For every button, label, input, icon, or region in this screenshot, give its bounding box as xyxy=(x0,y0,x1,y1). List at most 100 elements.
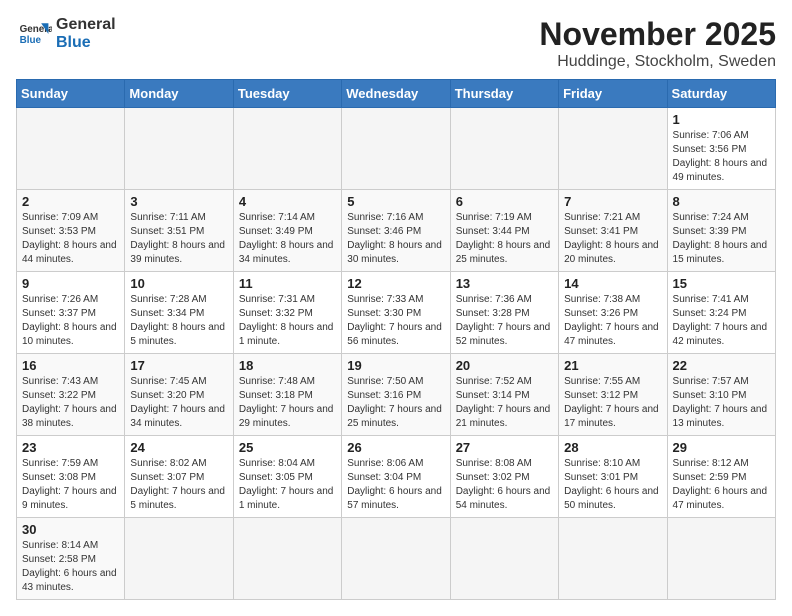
day-sun-info: Sunrise: 7:31 AMSunset: 3:32 PMDaylight:… xyxy=(239,293,336,349)
svg-text:Blue: Blue xyxy=(20,35,42,46)
day-number: 28 xyxy=(564,440,661,455)
calendar-cell: 11Sunrise: 7:31 AMSunset: 3:32 PMDayligh… xyxy=(233,272,341,354)
calendar-cell xyxy=(17,108,125,190)
location-subtitle: Huddinge, Stockholm, Sweden xyxy=(539,53,776,71)
weekday-header-friday: Friday xyxy=(559,80,667,108)
calendar-cell xyxy=(342,108,450,190)
calendar-cell: 13 Sunrise: 7:36 AMSunset: 3:28 PMDayligh… xyxy=(450,272,558,354)
day-number: 7 xyxy=(564,194,661,209)
calendar-cell: 21Sunrise: 7:55 AMSunset: 3:12 PMDayligh… xyxy=(559,354,667,436)
calendar-cell: 30 Sunrise: 8:14 AMSunset: 2:58 PMDayligh… xyxy=(17,518,125,600)
calendar-cell: 12 Sunrise: 7:33 AMSunset: 3:30 PMDayligh… xyxy=(342,272,450,354)
day-sun-info: Sunrise: 7:21 AMSunset: 3:41 PMDaylight:… xyxy=(564,211,661,267)
calendar-cell: 2 Sunrise: 7:09 AMSunset: 3:53 PMDaylight… xyxy=(17,190,125,272)
title-block: November 2025 Huddinge, Stockholm, Swede… xyxy=(539,16,776,71)
day-sun-info: Sunrise: 7:41 AMSunset: 3:24 PMDaylight:… xyxy=(673,293,770,349)
day-number: 14 xyxy=(564,276,661,291)
day-sun-info: Sunrise: 7:36 AMSunset: 3:28 PMDaylight:… xyxy=(456,293,553,349)
day-number: 17 xyxy=(130,358,227,373)
logo: General Blue General Blue xyxy=(16,16,116,53)
day-number: 25 xyxy=(239,440,336,455)
day-number: 19 xyxy=(347,358,444,373)
day-number: 9 xyxy=(22,276,119,291)
calendar-cell xyxy=(450,108,558,190)
calendar-cell: 19 Sunrise: 7:50 AMSunset: 3:16 PMDayligh… xyxy=(342,354,450,436)
day-number: 23 xyxy=(22,440,119,455)
day-sun-info: Sunrise: 7:48 AMSunset: 3:18 PMDaylight:… xyxy=(239,375,336,431)
day-sun-info: Sunrise: 7:24 AMSunset: 3:39 PMDaylight:… xyxy=(673,211,770,267)
day-number: 12 xyxy=(347,276,444,291)
calendar-cell xyxy=(233,518,341,600)
day-number: 10 xyxy=(130,276,227,291)
day-number: 26 xyxy=(347,440,444,455)
day-number: 29 xyxy=(673,440,770,455)
calendar-cell: 26 Sunrise: 8:06 AMSunset: 3:04 PMDayligh… xyxy=(342,436,450,518)
calendar-week-row: 16 Sunrise: 7:43 AMSunset: 3:22 PMDayligh… xyxy=(17,354,776,436)
day-sun-info: Sunrise: 7:45 AMSunset: 3:20 PMDaylight:… xyxy=(130,375,227,431)
day-sun-info: Sunrise: 7:06 AMSunset: 3:56 PMDaylight:… xyxy=(673,129,770,185)
day-sun-info: Sunrise: 8:02 AMSunset: 3:07 PMDaylight:… xyxy=(130,457,227,513)
calendar-week-row: 23Sunrise: 7:59 AMSunset: 3:08 PMDayligh… xyxy=(17,436,776,518)
day-number: 21 xyxy=(564,358,661,373)
day-number: 30 xyxy=(22,522,119,537)
day-sun-info: Sunrise: 7:16 AMSunset: 3:46 PMDaylight:… xyxy=(347,211,444,267)
day-number: 3 xyxy=(130,194,227,209)
calendar-cell xyxy=(559,518,667,600)
day-sun-info: Sunrise: 8:10 AMSunset: 3:01 PMDaylight:… xyxy=(564,457,661,513)
calendar-cell: 6Sunrise: 7:19 AMSunset: 3:44 PMDaylight… xyxy=(450,190,558,272)
page-header: General Blue General Blue November 2025 … xyxy=(16,16,776,71)
weekday-header-sunday: Sunday xyxy=(17,80,125,108)
calendar-cell: 20Sunrise: 7:52 AMSunset: 3:14 PMDayligh… xyxy=(450,354,558,436)
logo-blue-text: Blue xyxy=(56,34,116,52)
day-sun-info: Sunrise: 7:28 AMSunset: 3:34 PMDaylight:… xyxy=(130,293,227,349)
day-sun-info: Sunrise: 7:52 AMSunset: 3:14 PMDaylight:… xyxy=(456,375,553,431)
calendar-cell: 14 Sunrise: 7:38 AMSunset: 3:26 PMDayligh… xyxy=(559,272,667,354)
day-number: 2 xyxy=(22,194,119,209)
calendar-cell: 18 Sunrise: 7:48 AMSunset: 3:18 PMDayligh… xyxy=(233,354,341,436)
calendar-cell: 4Sunrise: 7:14 AMSunset: 3:49 PMDaylight… xyxy=(233,190,341,272)
day-number: 22 xyxy=(673,358,770,373)
calendar-cell: 27Sunrise: 8:08 AMSunset: 3:02 PMDayligh… xyxy=(450,436,558,518)
weekday-header-wednesday: Wednesday xyxy=(342,80,450,108)
day-number: 8 xyxy=(673,194,770,209)
calendar-cell xyxy=(125,108,233,190)
day-number: 16 xyxy=(22,358,119,373)
day-number: 18 xyxy=(239,358,336,373)
calendar-week-row: 1 Sunrise: 7:06 AMSunset: 3:56 PMDaylight… xyxy=(17,108,776,190)
weekday-header-row: SundayMondayTuesdayWednesdayThursdayFrid… xyxy=(17,80,776,108)
day-number: 13 xyxy=(456,276,553,291)
day-sun-info: Sunrise: 8:06 AMSunset: 3:04 PMDaylight:… xyxy=(347,457,444,513)
weekday-header-saturday: Saturday xyxy=(667,80,775,108)
day-sun-info: Sunrise: 7:26 AMSunset: 3:37 PMDaylight:… xyxy=(22,293,119,349)
calendar-cell: 15 Sunrise: 7:41 AMSunset: 3:24 PMDayligh… xyxy=(667,272,775,354)
calendar-cell: 24Sunrise: 8:02 AMSunset: 3:07 PMDayligh… xyxy=(125,436,233,518)
calendar-cell: 17 Sunrise: 7:45 AMSunset: 3:20 PMDayligh… xyxy=(125,354,233,436)
calendar-cell: 3 Sunrise: 7:11 AMSunset: 3:51 PMDaylight… xyxy=(125,190,233,272)
calendar-cell xyxy=(450,518,558,600)
calendar-cell: 25Sunrise: 8:04 AMSunset: 3:05 PMDayligh… xyxy=(233,436,341,518)
day-number: 1 xyxy=(673,112,770,127)
day-sun-info: Sunrise: 7:33 AMSunset: 3:30 PMDaylight:… xyxy=(347,293,444,349)
day-sun-info: Sunrise: 7:38 AMSunset: 3:26 PMDaylight:… xyxy=(564,293,661,349)
calendar-cell: 29Sunrise: 8:12 AMSunset: 2:59 PMDayligh… xyxy=(667,436,775,518)
calendar-cell xyxy=(667,518,775,600)
calendar-cell: 28 Sunrise: 8:10 AMSunset: 3:01 PMDayligh… xyxy=(559,436,667,518)
calendar-cell: 5Sunrise: 7:16 AMSunset: 3:46 PMDaylight… xyxy=(342,190,450,272)
calendar-week-row: 2 Sunrise: 7:09 AMSunset: 3:53 PMDaylight… xyxy=(17,190,776,272)
day-sun-info: Sunrise: 7:14 AMSunset: 3:49 PMDaylight:… xyxy=(239,211,336,267)
day-sun-info: Sunrise: 7:50 AMSunset: 3:16 PMDaylight:… xyxy=(347,375,444,431)
weekday-header-thursday: Thursday xyxy=(450,80,558,108)
day-sun-info: Sunrise: 8:08 AMSunset: 3:02 PMDaylight:… xyxy=(456,457,553,513)
day-sun-info: Sunrise: 8:14 AMSunset: 2:58 PMDaylight:… xyxy=(22,539,119,595)
day-sun-info: Sunrise: 7:09 AMSunset: 3:53 PMDaylight:… xyxy=(22,211,119,267)
day-sun-info: Sunrise: 7:43 AMSunset: 3:22 PMDaylight:… xyxy=(22,375,119,431)
day-number: 15 xyxy=(673,276,770,291)
calendar-cell xyxy=(233,108,341,190)
calendar-cell xyxy=(125,518,233,600)
calendar-cell: 9 Sunrise: 7:26 AMSunset: 3:37 PMDaylight… xyxy=(17,272,125,354)
general-blue-logo-icon: General Blue xyxy=(16,16,52,52)
calendar-week-row: 30 Sunrise: 8:14 AMSunset: 2:58 PMDayligh… xyxy=(17,518,776,600)
day-sun-info: Sunrise: 7:11 AMSunset: 3:51 PMDaylight:… xyxy=(130,211,227,267)
month-title: November 2025 xyxy=(539,16,776,53)
calendar-cell: 16 Sunrise: 7:43 AMSunset: 3:22 PMDayligh… xyxy=(17,354,125,436)
